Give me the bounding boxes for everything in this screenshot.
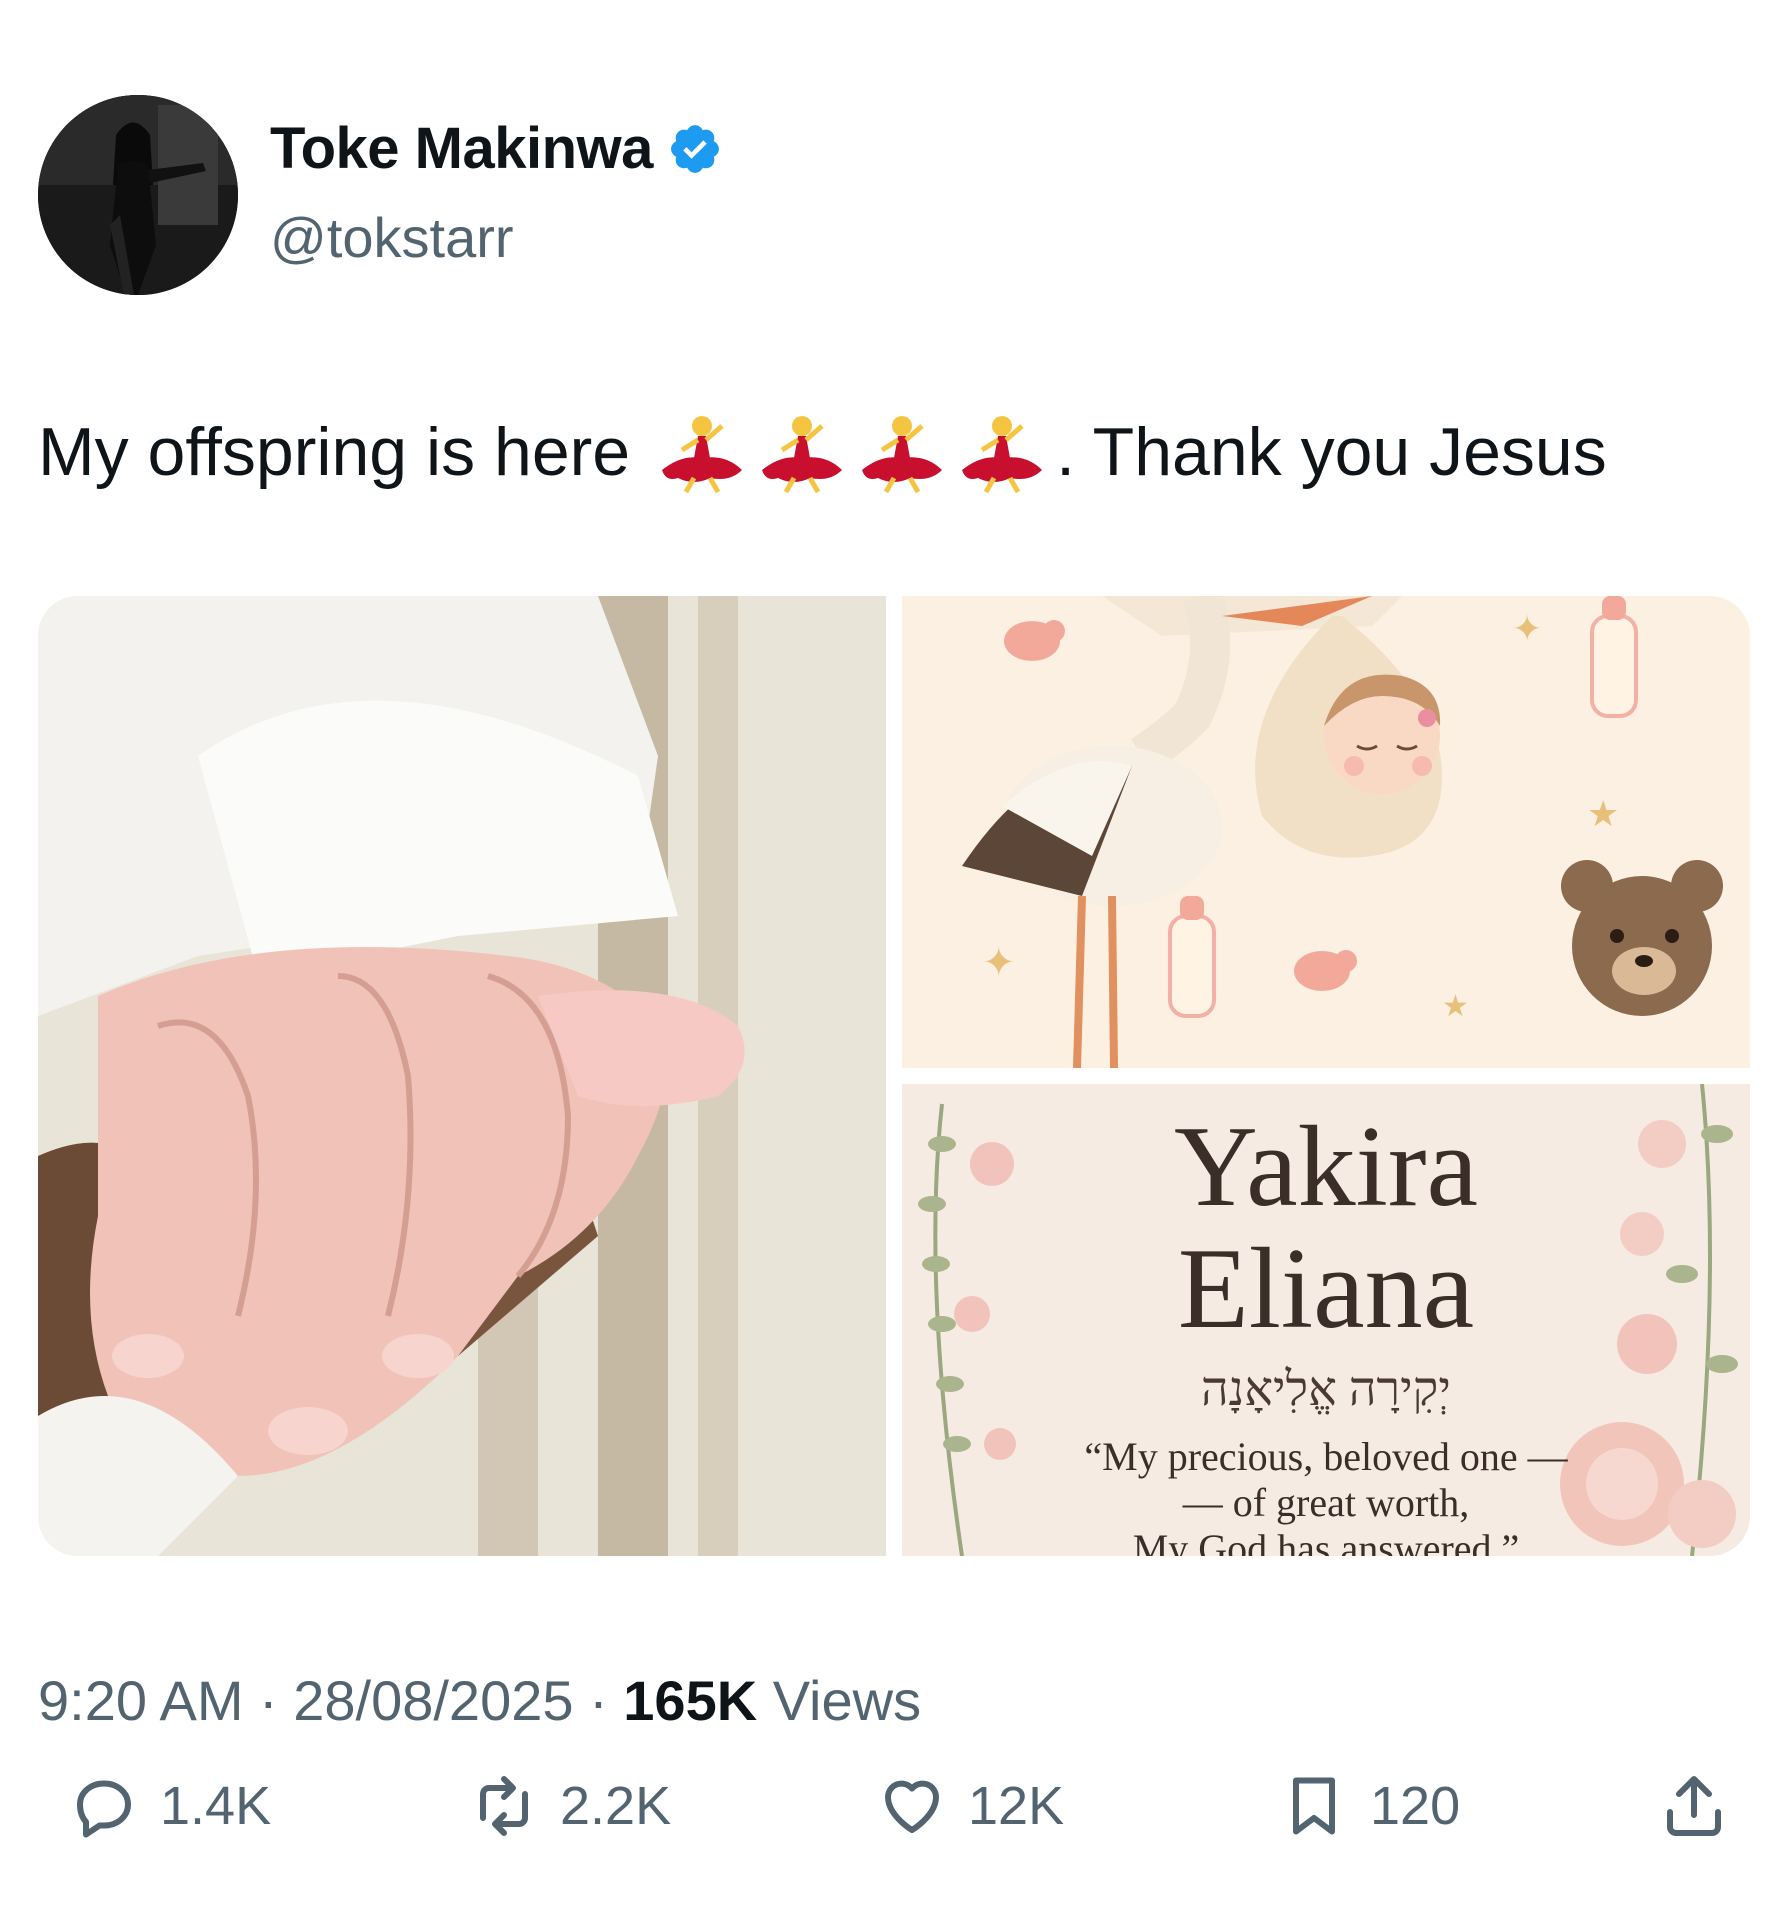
views-count: 165K	[623, 1669, 758, 1732]
reply-count: 1.4K	[160, 1776, 272, 1836]
meta-separator: ·	[243, 1669, 294, 1732]
tweet-meta: 9:20 AM · 28/08/2025 · 165K Views	[38, 1668, 921, 1733]
dancer-emoji-icon	[662, 416, 743, 494]
user-handle[interactable]: @tokstarr	[270, 205, 514, 270]
avatar[interactable]	[38, 95, 238, 295]
card-last-name: Eliana	[1177, 1225, 1475, 1353]
like-button[interactable]: 12K	[876, 1770, 1064, 1842]
name-card[interactable]: Yakira Eliana יְקִירָה אֱלִיאָנָה “My pr…	[902, 1084, 1750, 1556]
card-quote-line3: My God has answered.”	[1132, 1526, 1520, 1556]
meta-separator: ·	[573, 1669, 624, 1732]
reply-button[interactable]: 1.4K	[68, 1770, 271, 1842]
bookmark-icon	[1293, 1777, 1335, 1835]
repost-button[interactable]: 2.2K	[468, 1770, 671, 1842]
card-first-name: Yakira	[1174, 1103, 1478, 1231]
repost-count: 2.2K	[560, 1776, 672, 1836]
tweet-text: My offspring is here . Thank you Jesus	[38, 410, 1607, 494]
svg-text:★: ★	[1587, 793, 1619, 834]
svg-text:✦: ✦	[982, 941, 1016, 985]
dancer-emoji-icon	[862, 416, 943, 494]
photo-baby-hand[interactable]	[38, 596, 886, 1556]
dancer-emoji-icon	[762, 416, 843, 494]
card-hebrew-name: יְקִירָה אֱלִיאָנָה	[1201, 1363, 1451, 1416]
emoji-group	[654, 410, 1050, 494]
card-quote-line2: — of great worth,	[1182, 1480, 1470, 1525]
share-icon	[1667, 1776, 1721, 1836]
media-grid: ✦ ✦ ★ ★ Yakira Eliana יְקִירָה אֱלִיאָנָ…	[38, 596, 1750, 1556]
views-label: Views	[757, 1669, 922, 1732]
verified-badge-icon	[671, 124, 719, 173]
bookmark-count: 120	[1370, 1776, 1461, 1836]
tweet-text-after: . Thank you Jesus	[1056, 414, 1607, 490]
heart-icon	[885, 1780, 939, 1833]
tweet-header: Toke Makinwa @tokstarr	[38, 95, 938, 295]
display-name[interactable]: Toke Makinwa	[270, 115, 653, 182]
like-count: 12K	[968, 1776, 1065, 1836]
reply-icon	[77, 1780, 131, 1838]
name-row: Toke Makinwa	[270, 115, 723, 182]
svg-text:✦: ✦	[1512, 608, 1542, 649]
tweet-time[interactable]: 9:20 AM	[38, 1669, 243, 1732]
tweet-text-before: My offspring is here	[38, 414, 631, 490]
card-quote-line1: “My precious, beloved one —	[1084, 1434, 1568, 1479]
share-button[interactable]	[1658, 1770, 1750, 1842]
illustration-stork[interactable]: ✦ ✦ ★ ★	[902, 596, 1750, 1069]
card-quote: “My precious, beloved one — — of great w…	[902, 1434, 1750, 1556]
dancer-emoji-icon	[962, 416, 1043, 494]
bookmark-button[interactable]: 120	[1278, 1770, 1460, 1842]
repost-icon	[480, 1776, 528, 1836]
svg-text:★: ★	[1442, 990, 1469, 1023]
tweet-date[interactable]: 28/08/2025	[293, 1669, 573, 1732]
action-bar: 1.4K 2.2K 12K 120	[38, 1770, 1750, 1860]
